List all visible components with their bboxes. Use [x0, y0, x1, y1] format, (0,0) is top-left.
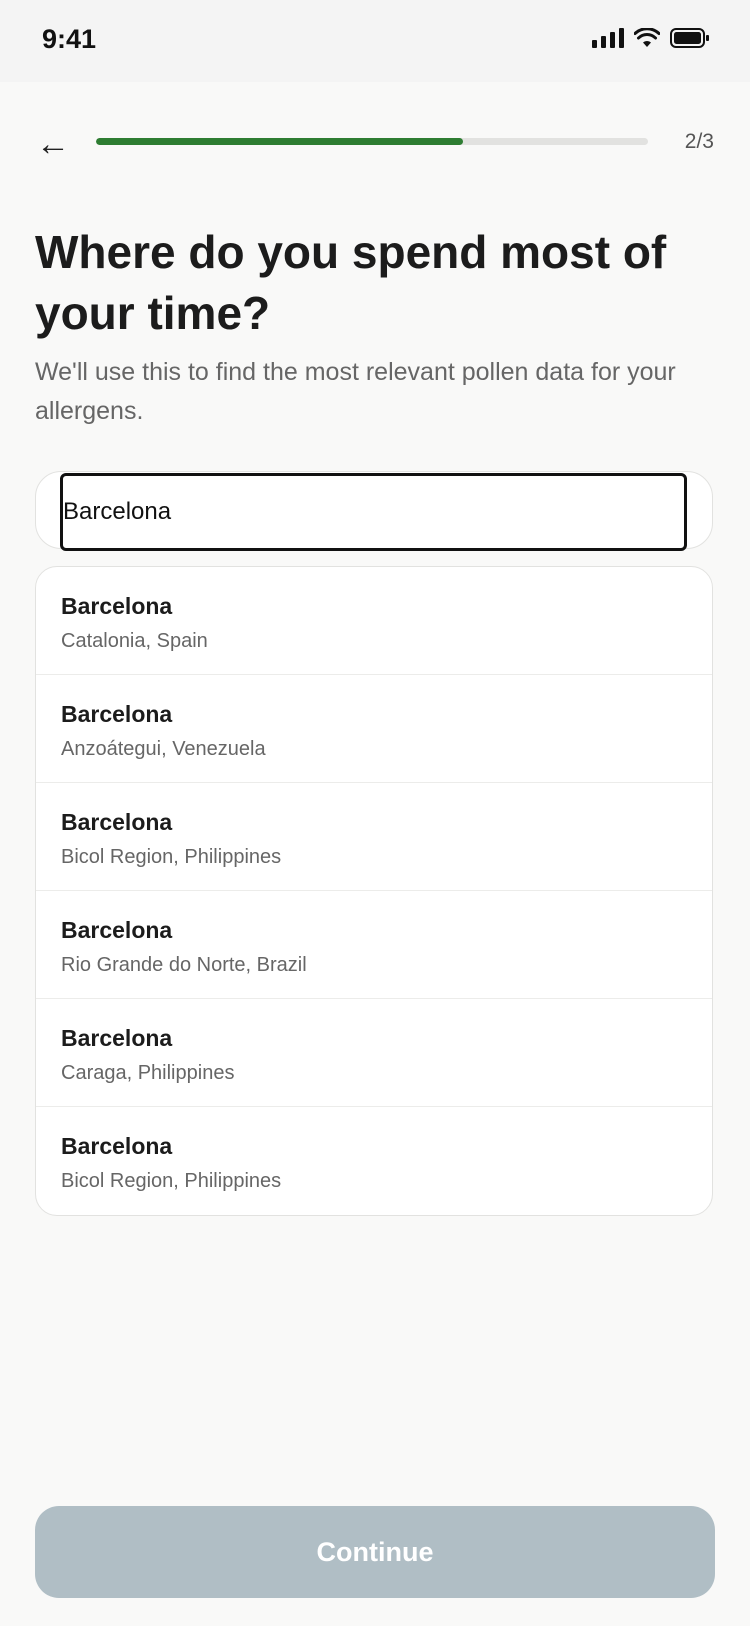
result-region: Catalonia, Spain: [61, 630, 208, 652]
arrow-left-icon: ←: [36, 125, 70, 163]
continue-button[interactable]: Continue: [35, 1506, 715, 1598]
result-region: Rio Grande do Norte, Brazil: [61, 954, 307, 976]
result-region: Bicol Region, Philippines: [61, 846, 282, 868]
back-button[interactable]: ←: [36, 120, 76, 168]
step-counter: 2/3: [684, 130, 714, 153]
search-results-list: Barcelona Catalonia, Spain Barcelona Anz…: [35, 566, 713, 1216]
status-bar: 9:41: [0, 0, 750, 82]
result-name: Barcelona: [61, 1025, 173, 1051]
result-name: Barcelona: [61, 593, 173, 619]
wifi-icon: [634, 28, 660, 47]
page-subtitle: We'll use this to find the most relevant…: [35, 358, 676, 425]
search-field-container: [35, 471, 713, 551]
result-name: Barcelona: [61, 701, 173, 727]
progress-bar: [96, 138, 648, 145]
result-item[interactable]: Barcelona Caraga, Philippines: [36, 999, 712, 1107]
battery-icon: [670, 28, 709, 48]
status-time: 9:41: [42, 24, 97, 54]
result-name: Barcelona: [61, 809, 173, 835]
cellular-signal-icon: [592, 28, 624, 48]
page-title: Where do you spend most of your time?: [35, 226, 667, 339]
result-name: Barcelona: [61, 917, 173, 943]
result-item[interactable]: Barcelona Bicol Region, Philippines: [36, 1107, 712, 1215]
result-name: Barcelona: [61, 1133, 173, 1159]
result-region: Bicol Region, Philippines: [61, 1170, 282, 1192]
result-item[interactable]: Barcelona Catalonia, Spain: [36, 567, 712, 675]
result-region: Caraga, Philippines: [61, 1062, 235, 1084]
status-icons: [592, 28, 710, 48]
result-item[interactable]: Barcelona Rio Grande do Norte, Brazil: [36, 891, 712, 999]
result-region: Anzoátegui, Venezuela: [61, 738, 266, 760]
result-item[interactable]: Barcelona Bicol Region, Philippines: [36, 783, 712, 891]
location-search-input[interactable]: [60, 473, 687, 551]
progress-fill: [96, 138, 464, 145]
result-item[interactable]: Barcelona Anzoátegui, Venezuela: [36, 675, 712, 783]
